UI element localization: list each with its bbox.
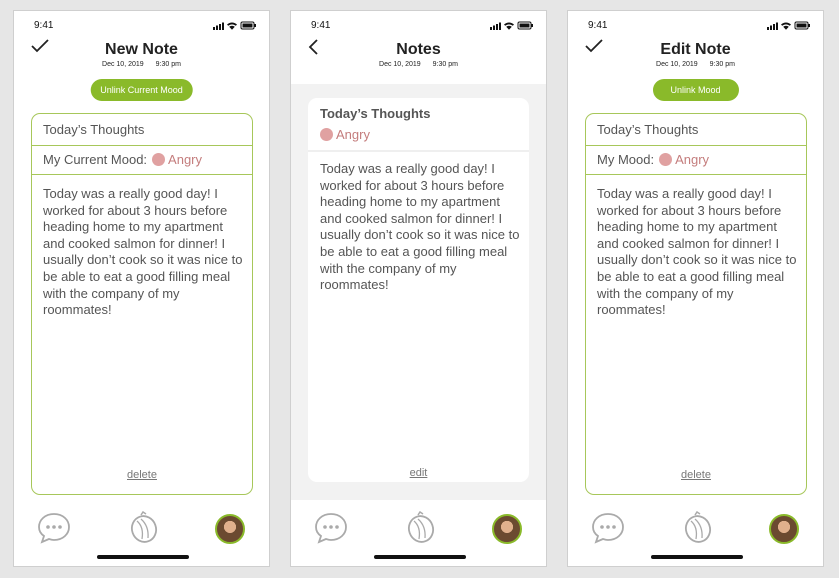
mood-value: Angry [675, 152, 710, 167]
page-title: Notes [396, 41, 441, 58]
note-title: Today’s Thoughts [320, 106, 431, 121]
note-datetime: Dec 10, 2019 9:30 pm [14, 61, 269, 68]
note-date: Dec 10, 2019 [102, 61, 144, 68]
unlink-mood-button[interactable]: Unlink Mood [652, 79, 739, 101]
note-card: Today’s Thoughts My Current Mood: Angry T… [31, 113, 253, 495]
mood-value: Angry [168, 152, 203, 167]
status-icons [767, 21, 810, 30]
note-date: Dec 10, 2019 [656, 61, 698, 68]
note-date: Dec 10, 2019 [379, 61, 421, 68]
divider [308, 150, 529, 152]
profile-avatar[interactable] [492, 514, 522, 544]
chat-bubble-icon[interactable] [591, 511, 625, 545]
mood-label: My Current Mood: [43, 152, 148, 167]
mood-dot-icon [659, 153, 673, 166]
unlink-mood-button[interactable]: Unlink Current Mood [90, 79, 193, 101]
edit-link[interactable]: edit [308, 467, 529, 479]
note-time: 9:30 pm [432, 61, 458, 68]
status-time: 9:41 [588, 20, 608, 31]
mood-row[interactable]: My Mood: Angry [586, 146, 806, 175]
lemon-icon[interactable] [682, 511, 714, 545]
note-datetime: Dec 10, 2019 9:30 pm [291, 61, 546, 68]
lemon-icon[interactable] [405, 511, 437, 545]
new-note-screen: 9:41 New Note Dec 10, 2019 9:30 pm Unlink… [13, 10, 270, 567]
note-body-input[interactable]: Today was a really good day! I worked fo… [586, 175, 806, 319]
delete-link[interactable]: delete [32, 469, 252, 481]
note-card: Today’s Thoughts Angry Today was a reall… [308, 98, 529, 482]
note-title-input[interactable]: Today’s Thoughts [32, 114, 252, 146]
delete-link[interactable]: delete [586, 469, 806, 481]
profile-avatar[interactable] [215, 514, 245, 544]
mood-value: Angry [336, 127, 370, 142]
note-card: Today’s Thoughts My Mood: Angry Today was… [585, 113, 807, 495]
home-indicator [651, 555, 743, 559]
mood-row[interactable]: My Current Mood: Angry [32, 146, 252, 175]
note-body: Today was a really good day! I worked fo… [320, 161, 520, 293]
home-indicator [97, 555, 189, 559]
note-time: 9:30 pm [155, 61, 181, 68]
note-title-input[interactable]: Today’s Thoughts [586, 114, 806, 146]
home-indicator [374, 555, 466, 559]
mood-row: Angry [320, 127, 370, 142]
status-time: 9:41 [311, 20, 331, 31]
lemon-icon[interactable] [128, 511, 160, 545]
page-title: Edit Note [660, 41, 731, 58]
chat-bubble-icon[interactable] [37, 511, 71, 545]
mood-label: My Mood: [597, 152, 655, 167]
mood-dot-icon [320, 128, 333, 141]
status-icons [213, 21, 256, 30]
note-time: 9:30 pm [709, 61, 735, 68]
edit-note-screen: 9:41 Edit Note Dec 10, 2019 9:30 pm Unlin… [567, 10, 824, 567]
notes-screen: 9:41 Notes Dec 10, 2019 9:30 pm Today’s T… [290, 10, 547, 567]
chat-bubble-icon[interactable] [314, 511, 348, 545]
status-icons [490, 21, 533, 30]
profile-avatar[interactable] [769, 514, 799, 544]
mood-dot-icon [152, 153, 166, 166]
note-body-input[interactable]: Today was a really good day! I worked fo… [32, 175, 252, 319]
page-title: New Note [105, 41, 178, 58]
status-time: 9:41 [34, 20, 54, 31]
note-datetime: Dec 10, 2019 9:30 pm [568, 61, 823, 68]
